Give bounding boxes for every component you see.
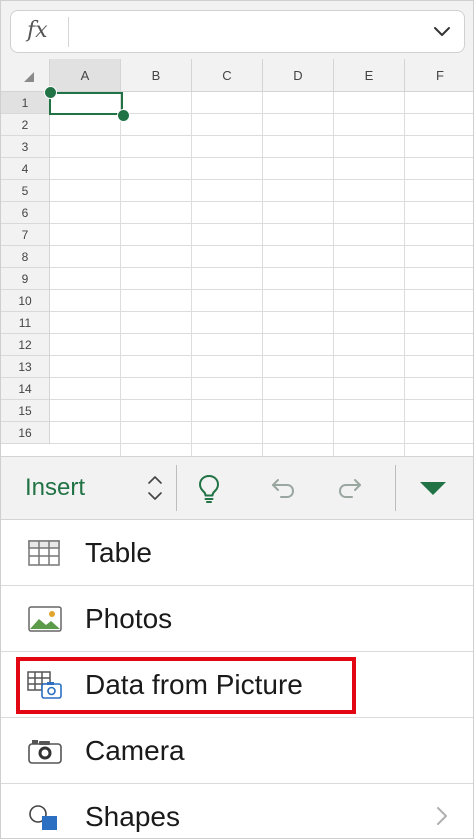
- formula-input[interactable]: [77, 17, 421, 49]
- toolbar-separator: [395, 465, 396, 511]
- selected-cell-outline[interactable]: [49, 92, 123, 115]
- chevron-right-icon: [437, 807, 447, 825]
- row-header[interactable]: 3: [1, 136, 50, 158]
- menu-item-label: Table: [85, 537, 152, 568]
- formula-bar[interactable]: fx: [10, 10, 465, 53]
- column-header[interactable]: E: [334, 59, 405, 92]
- menu-item-photos[interactable]: Photos: [1, 586, 473, 652]
- ribbon-tab-label: Insert: [25, 474, 86, 501]
- formula-area: fx: [1, 1, 473, 59]
- row-header[interactable]: 15: [1, 400, 50, 422]
- fx-icon: fx: [27, 18, 48, 43]
- row-header[interactable]: 11: [1, 312, 50, 334]
- column-header[interactable]: C: [192, 59, 263, 92]
- column-header[interactable]: F: [405, 59, 473, 92]
- row-header[interactable]: 13: [1, 356, 50, 378]
- row-header[interactable]: 10: [1, 290, 50, 312]
- photos-icon: [28, 606, 62, 632]
- toolbar-separator: [176, 465, 177, 511]
- select-all-icon: [24, 72, 34, 82]
- column-header[interactable]: D: [263, 59, 334, 92]
- menu-item-label: Camera: [85, 735, 185, 766]
- up-down-chevron-icon: [148, 476, 162, 500]
- column-header[interactable]: A: [50, 59, 121, 92]
- shapes-icon: [29, 805, 57, 830]
- row-header[interactable]: 6: [1, 202, 50, 224]
- menu-item-camera[interactable]: Camera: [1, 718, 473, 784]
- selection-handle-bottom-right[interactable]: [117, 109, 130, 122]
- column-headers: A B C D E F: [50, 59, 473, 92]
- row-header[interactable]: 5: [1, 180, 50, 202]
- row-header[interactable]: 1: [1, 92, 50, 114]
- redo-icon[interactable]: [334, 470, 370, 506]
- row-header[interactable]: 16: [1, 422, 50, 444]
- row-header[interactable]: 8: [1, 246, 50, 268]
- triangle-down-icon[interactable]: [415, 470, 451, 506]
- undo-icon[interactable]: [263, 470, 299, 506]
- table-icon: [28, 540, 60, 566]
- row-header[interactable]: 14: [1, 378, 50, 400]
- ribbon-tab-selector[interactable]: Insert: [1, 457, 173, 519]
- row-headers: 1 2 3 4 5 6 7 8 9 10 11 12 13 14 15 16: [1, 92, 50, 444]
- chevron-down-icon[interactable]: [430, 19, 454, 43]
- select-all-corner[interactable]: [1, 59, 50, 92]
- excel-insert-screen: fx A B C D E F 1 2 3 4 5 6 7 8 9 10 11 1…: [0, 0, 474, 839]
- row-header[interactable]: 12: [1, 334, 50, 356]
- highlight-annotation-box: [16, 657, 356, 714]
- lightbulb-icon[interactable]: [191, 470, 227, 506]
- menu-item-label: Photos: [85, 603, 173, 634]
- menu-item-table[interactable]: Table: [1, 520, 473, 586]
- column-header[interactable]: B: [121, 59, 192, 92]
- row-header[interactable]: 9: [1, 268, 50, 290]
- row-header[interactable]: 4: [1, 158, 50, 180]
- row-header[interactable]: 2: [1, 114, 50, 136]
- cell-area[interactable]: [50, 92, 473, 456]
- formula-separator: [68, 17, 69, 47]
- ribbon-toolbar: Insert: [1, 456, 473, 520]
- selection-handle-top-left[interactable]: [44, 86, 57, 99]
- spreadsheet-grid[interactable]: A B C D E F 1 2 3 4 5 6 7 8 9 10 11 12 1…: [1, 59, 473, 456]
- row-header[interactable]: 7: [1, 224, 50, 246]
- insert-menu: Table Photos Data from Picture Camera Sh…: [1, 520, 473, 838]
- menu-item-shapes[interactable]: Shapes: [1, 784, 473, 838]
- menu-item-label: Shapes: [85, 801, 180, 832]
- camera-icon: [28, 740, 62, 764]
